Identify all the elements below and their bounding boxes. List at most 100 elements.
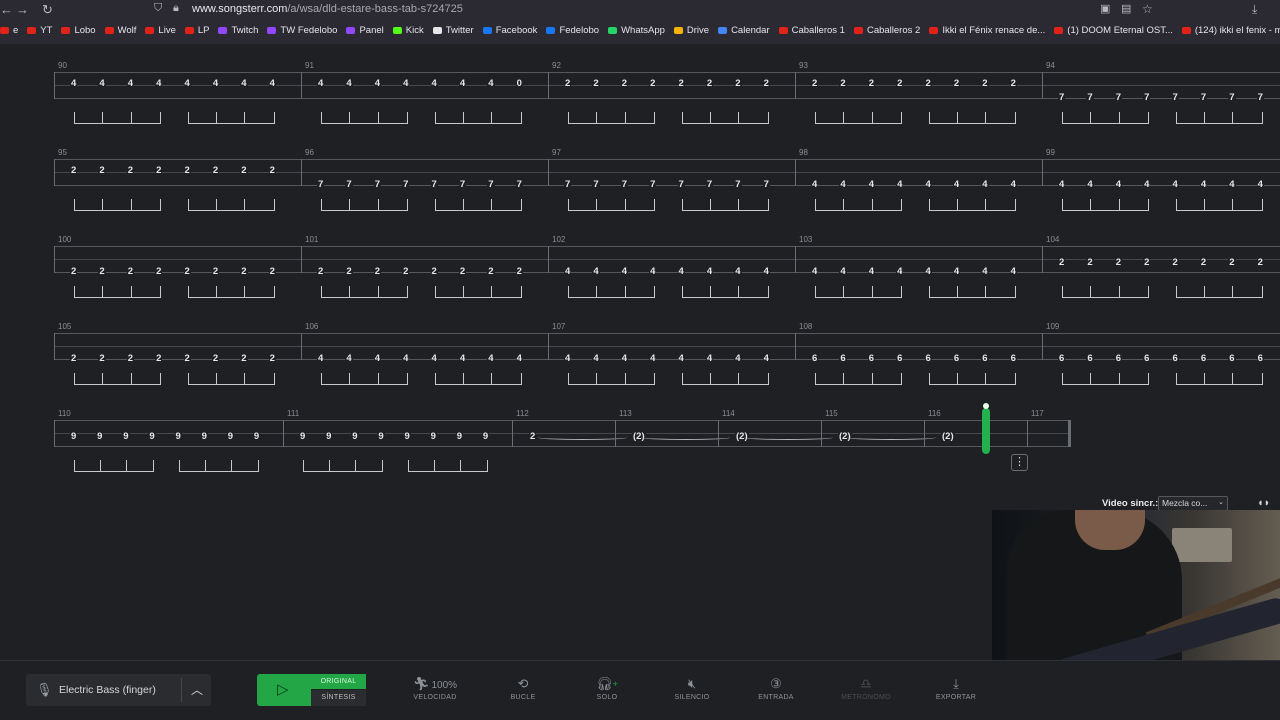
bookmark-item[interactable]: Wolf [104,25,136,36]
reader-icon[interactable]: ▤ [1121,2,1131,15]
tie-arc [641,435,730,440]
measure-barline [821,420,822,447]
bookmark-item[interactable]: Caballeros 2 [853,25,920,36]
tab-note: 2 [705,78,714,89]
chevron-up-icon[interactable]: ︿ [191,681,203,698]
tab-note: 2 [373,266,382,277]
mode-synth-toggle[interactable]: SÍNTESIS [311,690,366,706]
bookmark-item[interactable]: Lobo [61,25,96,36]
bookmark-item[interactable]: WhatsApp [608,25,665,36]
bookmark-item[interactable]: Live [145,25,176,36]
player-toolbar: 🎙︎ Electric Bass (finger) ︿ ▷ ORIGINAL S… [0,660,1280,720]
rhythm-stem [126,460,128,472]
bookmark-item[interactable]: e [0,25,18,36]
bookmark-item[interactable]: Fedelobo [546,25,599,36]
tab-note: 6 [896,353,904,364]
shield-icon[interactable]: ⛉ [154,2,162,15]
bookmark-item[interactable]: Twitch [218,25,258,36]
bookmark-item[interactable]: Panel [346,25,384,36]
count-in-control[interactable]: ③ ENTRADA [741,676,811,701]
video-audio-icon[interactable]: ◖◗ [1257,497,1270,509]
tab-note: 9 [429,431,437,442]
rhythm-beam [434,373,522,385]
rhythm-stem [1232,373,1234,385]
tab-note: 2 [183,266,191,277]
bookmark-label: Fedelobo [559,25,600,36]
solo-control[interactable]: 🎧︎+ SOLO [572,676,642,701]
tab-note: 4 [839,179,847,190]
tab-note: 2 [1009,78,1017,89]
forward-icon[interactable]: → [16,2,29,17]
bookmark-item[interactable]: (1) DOOM Eternal OST... [1054,25,1173,36]
bookmark-favicon-icon [929,27,939,34]
tab-note: 4 [839,266,847,277]
mode-original-toggle[interactable]: ORIGINAL [311,674,366,689]
metronome-control[interactable]: ♎︎ METRÓNOMO [831,676,901,701]
measure-barline [301,72,302,99]
rhythm-stem [1118,286,1120,298]
rhythm-stem [215,199,217,211]
bookmark-label: (1) DOOM Eternal OST... [1067,25,1173,36]
rhythm-stem [1090,373,1092,385]
bookmark-item[interactable]: Ikki el Fénix renace de... [929,25,1045,36]
back-icon[interactable]: ← [0,2,13,17]
tab-note: 2 [155,266,163,277]
download-icon[interactable]: ⤓ [1252,2,1257,17]
rhythm-beam [1062,286,1150,298]
video-sync-select[interactable]: Mezcla co... ⌄ [1158,496,1228,511]
bookmark-item[interactable]: Kick [392,25,424,36]
rhythm-stem [130,112,132,124]
rhythm-stem [871,199,873,211]
rhythm-beam [1175,199,1263,211]
reload-icon[interactable]: ↻ [42,2,53,18]
bookmark-item[interactable]: LP [184,25,209,36]
play-icon: ▷ [277,681,289,698]
more-options-button[interactable]: ⋮ [1011,454,1028,471]
rhythm-stem [624,373,626,385]
staff-line [54,85,1280,86]
screenshot-icon[interactable]: ▣ [1100,2,1110,15]
bookmark-item[interactable]: (124) ikki el fenix - me... [1181,25,1280,36]
tab-note: 2 [430,266,438,277]
rhythm-stem [349,373,351,385]
url-bar[interactable]: ← → ↻ ⛉ 🔒︎ www.songsterr.com/a/wsa/dld-e… [0,0,1280,20]
rhythm-stem [738,286,740,298]
tab-note: 4 [402,353,410,364]
export-control[interactable]: ⤓ EXPORTAR [921,676,991,701]
rhythm-stem [596,112,598,124]
tab-note: 9 [174,431,182,442]
rhythm-beam [681,373,769,385]
bookmark-star-icon[interactable]: ☆ [1142,2,1153,16]
bookmark-item[interactable]: Calendar [718,25,770,36]
tab-note: 2 [564,78,572,89]
video-player[interactable] [992,510,1280,660]
speed-control[interactable]: 🏃︎ 100% VELOCIDAD [400,676,470,701]
play-button[interactable]: ▷ [257,674,311,706]
playback-cursor-handle[interactable] [983,403,989,409]
bookmark-item[interactable]: Caballeros 1 [778,25,845,36]
tab-note: 7 [620,179,629,190]
bookmark-item[interactable]: TW Fedelobo [267,25,337,36]
measure-barline [301,246,302,273]
tab-note: 9 [325,431,333,442]
rhythm-beam [1175,286,1263,298]
bookmark-item[interactable]: Twitter [432,25,474,36]
instrument-selector[interactable]: 🎙︎ Electric Bass (finger) ︿ [26,674,211,706]
rhythm-stem [215,112,217,124]
lock-icon[interactable]: 🔒︎ [173,2,179,15]
mute-control[interactable]: 🔇︎ SILENCIO [657,676,727,701]
bookmark-favicon-icon [104,27,114,34]
measure-barline [718,420,719,447]
tab-note: 6 [1228,353,1236,364]
bookmark-item[interactable]: YT [27,25,52,36]
rhythm-beam [568,373,656,385]
url-text[interactable]: www.songsterr.com/a/wsa/dld-estare-bass-… [192,3,463,15]
bookmark-label: Live [158,25,176,36]
measure-number: 114 [722,409,735,418]
playback-cursor[interactable] [982,408,990,454]
tab-note: 4 [620,266,629,277]
measure-number: 90 [58,61,67,70]
loop-control[interactable]: ⟲ BUCLE [488,676,558,701]
bookmark-item[interactable]: Facebook [482,25,537,36]
bookmark-item[interactable]: Drive [673,25,709,36]
